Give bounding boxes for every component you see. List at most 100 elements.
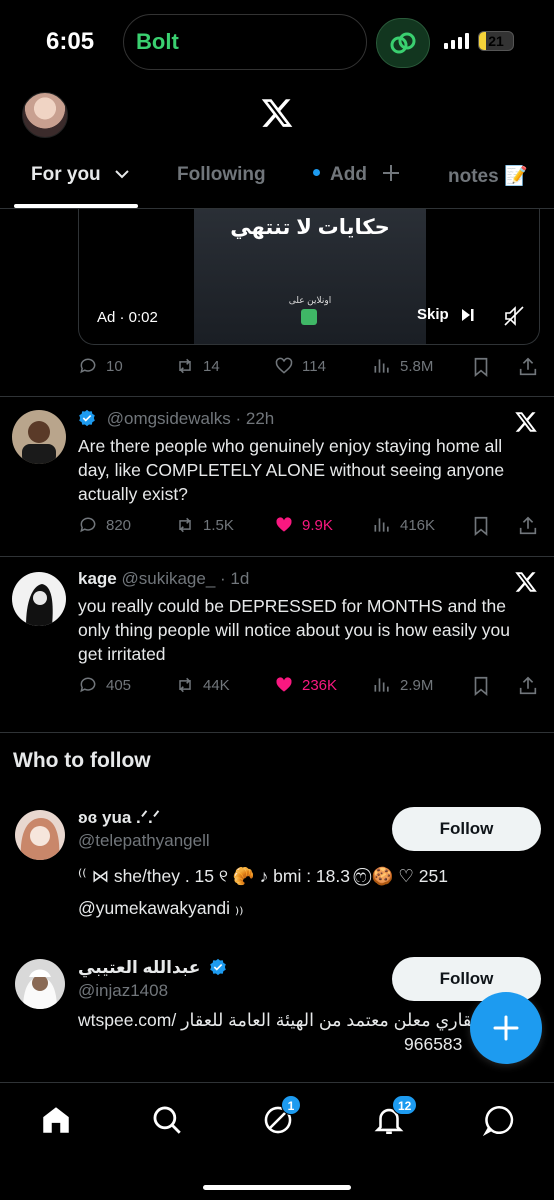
divider <box>0 556 554 557</box>
verified-badge-icon <box>79 409 95 427</box>
share-icon[interactable] <box>517 515 539 537</box>
avatar[interactable] <box>12 572 66 626</box>
repost-icon <box>179 517 191 533</box>
repost-count: 44K <box>203 676 230 694</box>
messages-icon <box>482 1105 514 1137</box>
reply-icon <box>80 677 96 693</box>
reply-button[interactable]: 820 <box>78 515 131 535</box>
avatar[interactable] <box>15 810 65 860</box>
home-icon <box>43 1107 69 1133</box>
tweet-text[interactable]: Are there people who genuinely enjoy sta… <box>78 434 528 506</box>
new-dot-indicator <box>313 169 320 177</box>
tab-add-label: Add <box>330 164 367 185</box>
tab-following[interactable]: Following <box>177 164 266 186</box>
verified-badge-icon <box>210 958 226 976</box>
tweet-timestamp[interactable]: 1d <box>230 569 249 588</box>
reply-icon <box>80 517 96 533</box>
follow-account-name-text: عبدالله العتيبي <box>78 958 201 977</box>
tweet-text[interactable]: you really could be DEPRESSED for MONTHS… <box>78 594 528 666</box>
tweet-author-name[interactable]: kage <box>78 569 117 588</box>
who-to-follow-title: Who to follow <box>13 749 151 772</box>
tweet-timestamp[interactable]: 22h <box>246 409 274 428</box>
skip-forward-icon <box>461 308 474 321</box>
avatar[interactable] <box>12 410 66 464</box>
compose-post-button[interactable] <box>470 992 542 1064</box>
reply-icon <box>80 358 96 374</box>
separator-dot: · <box>235 409 246 428</box>
share-icon[interactable] <box>517 356 539 378</box>
follow-account-handle[interactable]: @telepathyangell <box>78 831 210 851</box>
tweet-author-handle[interactable]: @sukikage_ <box>121 569 215 588</box>
nav-search[interactable] <box>150 1103 184 1137</box>
views-button[interactable]: 5.8M <box>372 356 433 376</box>
skip-label: Skip <box>417 306 449 323</box>
avatar[interactable] <box>15 959 65 1009</box>
home-indicator[interactable] <box>203 1185 351 1190</box>
repost-button[interactable]: 14 <box>175 356 220 376</box>
tab-for-you[interactable]: For you <box>31 164 130 186</box>
share-icon[interactable] <box>517 675 539 697</box>
bookmark-icon[interactable] <box>470 356 492 378</box>
nav-home[interactable] <box>39 1103 73 1137</box>
reply-button[interactable]: 10 <box>78 356 123 376</box>
views-button[interactable]: 2.9M <box>372 675 433 695</box>
nav-messages[interactable] <box>482 1103 516 1137</box>
ad-video-frame[interactable]: حكايات لا تنتهي اونلاين على <box>194 209 426 344</box>
ad-video-subtitle: اونلاين على <box>288 295 332 305</box>
repost-button[interactable]: 44K <box>175 675 230 695</box>
profile-avatar[interactable] <box>22 92 68 138</box>
reply-button[interactable]: 405 <box>78 675 131 695</box>
skip-button[interactable]: Skip <box>417 306 475 323</box>
notifications-badge: 12 <box>392 1095 418 1115</box>
grok-badge: 1 <box>281 1095 301 1115</box>
plus-icon <box>383 165 400 181</box>
battery-icon: 21 <box>478 31 514 51</box>
follow-button[interactable]: Follow <box>392 807 541 851</box>
like-button[interactable]: 9.9K <box>274 515 333 535</box>
views-button[interactable]: 416K <box>372 515 435 535</box>
like-button[interactable]: 236K <box>274 675 337 695</box>
tweet-action-bar: 405 44K 236K 2.9M <box>78 675 538 699</box>
x-grok-icon[interactable] <box>513 570 539 594</box>
bolt-activity-label: Bolt <box>136 29 179 54</box>
bio-line[interactable]: @yumekawakyandi ₎₎ <box>78 892 548 924</box>
tweet-header: @omgsidewalks · 22h <box>78 409 274 429</box>
follow-account-handle[interactable]: @injaz1408 <box>78 981 168 1001</box>
follow-account-name[interactable]: ʚɞ yua .ᐟ.ᐟ <box>78 808 160 828</box>
tab-notes[interactable]: notes 📝 <box>448 164 528 188</box>
views-count: 2.9M <box>400 676 434 694</box>
like-count: 9.9K <box>302 516 333 534</box>
status-time: 6:05 <box>46 28 95 55</box>
plus-icon <box>493 1015 519 1041</box>
views-chart-icon <box>374 359 389 373</box>
tweet-header: kage @sukikage_ · 1d <box>78 569 249 589</box>
repost-icon <box>179 677 191 693</box>
tab-for-you-label: For you <box>31 164 101 185</box>
heart-filled-icon <box>276 517 292 532</box>
tweet-author-handle[interactable]: @omgsidewalks <box>107 409 231 428</box>
repost-button[interactable]: 1.5K <box>175 515 234 535</box>
link-activity-icon[interactable] <box>376 18 430 68</box>
bookmark-icon[interactable] <box>470 515 492 537</box>
tab-add[interactable]: Add <box>313 164 400 186</box>
bookmark-icon[interactable] <box>470 675 492 697</box>
repost-count: 14 <box>203 357 220 375</box>
ad-video-card[interactable]: حكايات لا تنتهي اونلاين على Ad · 0:02 Sk… <box>78 209 540 345</box>
nav-grok[interactable]: 1 <box>261 1095 301 1137</box>
mute-icon[interactable] <box>503 305 525 327</box>
divider <box>0 732 554 733</box>
follow-account-name[interactable]: عبدالله العتيبي <box>78 958 227 978</box>
tweet-action-bar: 820 1.5K 9.9K 416K <box>78 515 538 539</box>
x-logo-icon[interactable] <box>259 96 295 130</box>
nav-notifications[interactable]: 12 <box>372 1095 418 1137</box>
heart-icon <box>275 357 293 374</box>
like-button[interactable]: 114 <box>274 356 326 376</box>
x-grok-icon[interactable] <box>513 410 539 434</box>
like-count: 114 <box>302 357 326 375</box>
avatar-image <box>12 572 66 626</box>
dynamic-island[interactable]: Bolt <box>123 14 367 70</box>
ad-video-title: حكايات لا تنتهي <box>230 216 390 239</box>
avatar-image <box>12 410 66 464</box>
views-count: 5.8M <box>400 357 434 375</box>
reply-count: 10 <box>106 357 123 375</box>
